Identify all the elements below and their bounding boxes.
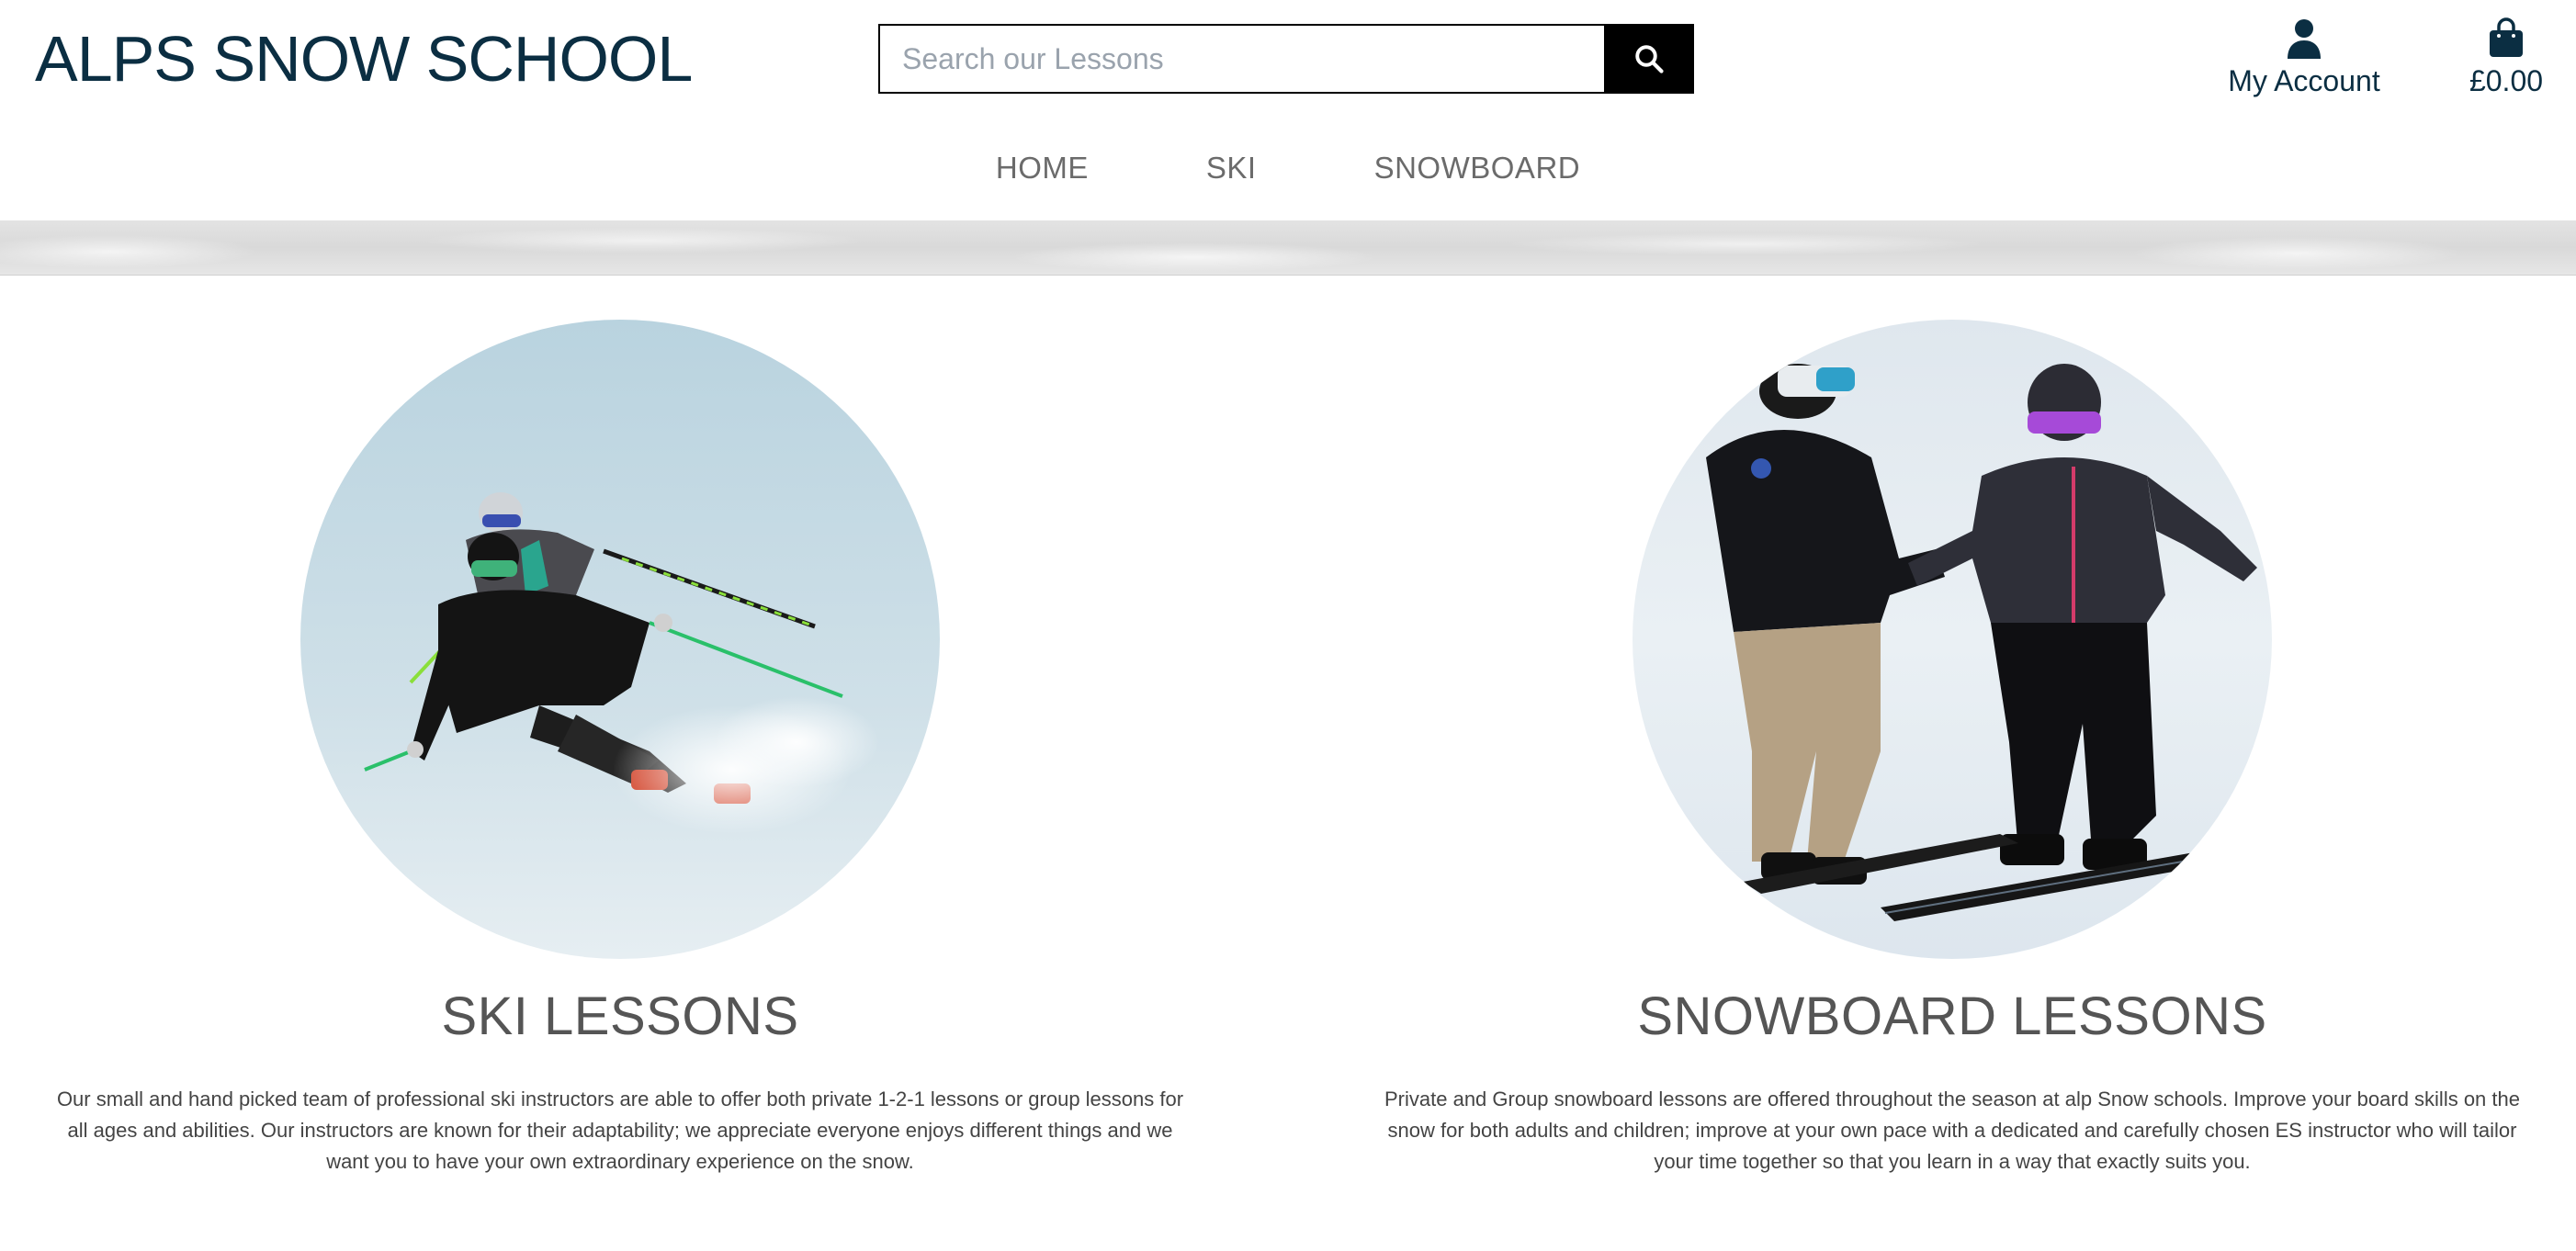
nav-home[interactable]: HOME xyxy=(996,145,1089,191)
my-account-link[interactable]: My Account xyxy=(2223,15,2385,99)
ski-lesson-card: SKI LESSONS Our small and hand picked te… xyxy=(23,320,1217,1178)
lessons-section: SKI LESSONS Our small and hand picked te… xyxy=(0,276,2576,1251)
main-nav: HOME SKI SNOWBOARD xyxy=(0,145,2576,191)
shopping-bag-icon xyxy=(2490,17,2523,57)
shopping-bag-link[interactable]: £0.00 xyxy=(2455,15,2558,99)
bag-icon-wrap xyxy=(2488,15,2525,59)
brand-logo[interactable]: ALPS SNOW SCHOOL xyxy=(35,22,693,96)
search-form xyxy=(878,24,1694,94)
search-input[interactable] xyxy=(878,24,1604,94)
user-icon xyxy=(2288,19,2321,59)
my-account-label: My Account xyxy=(2228,64,2380,97)
bag-total: £0.00 xyxy=(2469,64,2544,97)
search-button[interactable] xyxy=(1604,24,1694,94)
snow-banner xyxy=(0,220,2576,276)
nav-snowboard[interactable]: SNOWBOARD xyxy=(1374,145,1581,191)
snowboard-lesson-description: Private and Group snowboard lessons are … xyxy=(1384,1088,2520,1173)
nav-ski[interactable]: SKI xyxy=(1206,145,1257,191)
search-icon xyxy=(1635,45,1664,73)
ski-lesson-title[interactable]: SKI LESSONS xyxy=(441,985,798,1049)
snowboard-lesson-image[interactable] xyxy=(1633,320,2272,959)
snowboard-lesson-title[interactable]: SNOWBOARD LESSONS xyxy=(1637,985,2266,1049)
site-header: ALPS SNOW SCHOOL My Account xyxy=(0,0,2576,220)
account-icon-wrap xyxy=(2286,15,2322,59)
ski-lesson-description: Our small and hand picked team of profes… xyxy=(56,1088,1184,1173)
snowboard-lesson-card: SNOWBOARD LESSONS Private and Group snow… xyxy=(1355,320,2549,1178)
ski-lesson-image[interactable] xyxy=(300,320,940,959)
